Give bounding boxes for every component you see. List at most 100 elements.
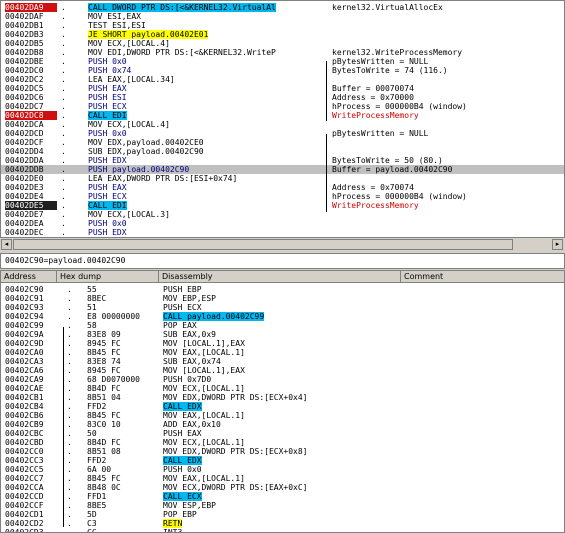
cpu-instruction[interactable]: JE SHORT payload.00402E01 — [88, 30, 209, 39]
dump-address[interactable]: 00402CD3 — [5, 528, 57, 532]
dump-row[interactable]: 00402CC3. FFD2 CALL EDX — [1, 456, 564, 465]
dump-disassembly[interactable]: CALL payload.00402C99 — [163, 312, 265, 321]
dump-disassembly[interactable]: MOV [LOCAL.1],EAX — [163, 366, 245, 375]
cpu-instruction[interactable]: PUSH EDX — [88, 228, 127, 237]
dump-disassembly[interactable]: MOV EAX,[LOCAL.1] — [163, 348, 245, 357]
cpu-address[interactable]: 00402DC7 — [5, 102, 57, 111]
cpu-address[interactable]: 00402DBE — [5, 57, 57, 66]
cpu-row[interactable]: 00402DC2. LEA EAX,[LOCAL.34] — [1, 75, 564, 84]
dump-address[interactable]: 00402C94 — [5, 312, 57, 321]
column-header-address[interactable]: Address — [1, 271, 57, 283]
cpu-address[interactable]: 00402DC8 — [5, 111, 57, 120]
dump-address[interactable]: 00402C91 — [5, 294, 57, 303]
cpu-instruction[interactable]: MOV EDX,payload.00402CE0 — [88, 138, 204, 147]
dump-row[interactable]: 00402CB1. 8B51 04 MOV EDX,DWORD PTR DS:[EC… — [1, 393, 564, 402]
dump-row[interactable]: 00402C93. 51 PUSH ECX — [1, 303, 564, 312]
cpu-instruction[interactable]: PUSH ECX — [88, 102, 127, 111]
cpu-row[interactable]: 00402DE5. CALL EDI WriteProcessMemory — [1, 201, 564, 210]
dump-row[interactable]: 00402CA0. 8B45 FC MOV EAX,[LOCAL.1] — [1, 348, 564, 357]
dump-disassembly[interactable]: MOV ESP,EBP — [163, 501, 216, 510]
dump-disassembly[interactable]: PUSH EBP — [163, 285, 202, 294]
dump-row[interactable]: 00402CA6. 8945 FC MOV [LOCAL.1],EAX — [1, 366, 564, 375]
cpu-instruction[interactable]: LEA EAX,[LOCAL.34] — [88, 75, 175, 84]
cpu-instruction[interactable]: PUSH 0x74 — [88, 66, 131, 75]
cpu-address[interactable]: 00402DDA — [5, 156, 57, 165]
cpu-row[interactable]: 00402DB5. MOV ECX,[LOCAL.4] — [1, 39, 564, 48]
cpu-address[interactable]: 00402DAF — [5, 12, 57, 21]
cpu-instruction[interactable]: PUSH payload.00402C90 — [88, 165, 189, 174]
dump-row[interactable]: 00402CD3. CC INT3 — [1, 528, 564, 532]
cpu-instruction[interactable]: CALL DWORD PTR DS:[<&KERNEL32.VirtualAl — [88, 3, 276, 12]
cpu-row[interactable]: 00402DEA. PUSH 0x0 — [1, 219, 564, 228]
cpu-row[interactable]: 00402DAF. MOV ESI,EAX — [1, 12, 564, 21]
cpu-address[interactable]: 00402DCA — [5, 120, 57, 129]
dump-disassembly[interactable]: MOV EAX,[LOCAL.1] — [163, 474, 245, 483]
dump-row[interactable]: 00402C91. 8BEC MOV EBP,ESP — [1, 294, 564, 303]
cpu-instruction[interactable]: PUSH EAX — [88, 183, 127, 192]
cpu-instruction[interactable]: PUSH EAX — [88, 84, 127, 93]
cpu-address[interactable]: 00402DB1 — [5, 21, 57, 30]
dump-disassembly[interactable]: MOV EDX,DWORD PTR DS:[ECX+0x8] — [163, 447, 308, 456]
dump-row[interactable]: 00402CB4. FFD2 CALL EDX — [1, 402, 564, 411]
cpu-row[interactable]: 00402DE4. PUSH ECX hProcess = 000000B4 (wi… — [1, 192, 564, 201]
dump-row[interactable]: 00402C90. 55 PUSH EBP — [1, 285, 564, 294]
cpu-row[interactable]: 00402DE3. PUSH EAX Address = 0x70074 — [1, 183, 564, 192]
dump-disassembly[interactable]: MOV EBP,ESP — [163, 294, 216, 303]
dump-address[interactable]: 00402CB6 — [5, 411, 57, 420]
cpu-address[interactable]: 00402DCF — [5, 138, 57, 147]
cpu-row[interactable]: 00402DB3. JE SHORT payload.00402E01 — [1, 30, 564, 39]
cpu-address[interactable]: 00402DEC — [5, 228, 57, 237]
dump-address[interactable]: 00402C9D — [5, 339, 57, 348]
dump-address[interactable]: 00402CB9 — [5, 420, 57, 429]
dump-disassembly[interactable]: PUSH 0x7D0 — [163, 375, 211, 384]
cpu-instruction[interactable]: CALL EDI — [88, 111, 127, 120]
cpu-row[interactable]: 00402DB8. MOV EDI,DWORD PTR DS:[<&KERNEL3… — [1, 48, 564, 57]
dump-address[interactable]: 00402CD1 — [5, 510, 57, 519]
dump-row[interactable]: 00402C99. 58 POP EAX — [1, 321, 564, 330]
cpu-instruction[interactable]: TEST ESI,ESI — [88, 21, 146, 30]
dump-address[interactable]: 00402CA0 — [5, 348, 57, 357]
dump-address[interactable]: 00402CCA — [5, 483, 57, 492]
dump-row[interactable]: 00402CD1. 5D POP EBP — [1, 510, 564, 519]
dump-address[interactable]: 00402CBC — [5, 429, 57, 438]
cpu-row[interactable]: 00402DC0. PUSH 0x74 BytesToWrite = 74 (116… — [1, 66, 564, 75]
dump-disassembly[interactable]: CALL EDX — [163, 402, 202, 411]
cpu-row[interactable]: 00402DC7. PUSH ECX hProcess = 000000B4 (wi… — [1, 102, 564, 111]
dump-row[interactable]: 00402CD2. C3 RETN — [1, 519, 564, 528]
dump-row[interactable]: 00402C9A. 83E8 09 SUB EAX,0x9 — [1, 330, 564, 339]
dump-row[interactable]: 00402CA3. 83E8 74 SUB EAX,0x74 — [1, 357, 564, 366]
dump-disassembly[interactable]: MOV ECX,[LOCAL.1] — [163, 438, 245, 447]
dump-disassembly[interactable]: ADD EAX,0x10 — [163, 420, 221, 429]
dump-row[interactable]: 00402CCF. 8BE5 MOV ESP,EBP — [1, 501, 564, 510]
dump-address[interactable]: 00402CBD — [5, 438, 57, 447]
cpu-row[interactable]: 00402DDB. PUSH payload.00402C90 Buffer = p… — [1, 165, 564, 174]
dump-address[interactable]: 00402C9A — [5, 330, 57, 339]
cpu-instruction[interactable]: PUSH ESI — [88, 93, 127, 102]
cpu-address[interactable]: 00402DC0 — [5, 66, 57, 75]
cpu-instruction[interactable]: CALL EDI — [88, 201, 127, 210]
cpu-instruction[interactable]: SUB EDX,payload.00402C90 — [88, 147, 204, 156]
cpu-address[interactable]: 00402DC2 — [5, 75, 57, 84]
scroll-thumb[interactable] — [13, 239, 513, 250]
cpu-row[interactable]: 00402DBE. PUSH 0x0 pBytesWritten = NULL — [1, 57, 564, 66]
dump-row[interactable]: 00402CC7. 8B45 FC MOV EAX,[LOCAL.1] — [1, 474, 564, 483]
cpu-address[interactable]: 00402DE0 — [5, 174, 57, 183]
dump-row[interactable]: 00402CC5. 6A 00 PUSH 0x0 — [1, 465, 564, 474]
scroll-right-icon[interactable]: ▸ — [552, 239, 563, 250]
dump-row[interactable]: 00402CAE. 8B4D FC MOV ECX,[LOCAL.1] — [1, 384, 564, 393]
cpu-row[interactable]: 00402DA9. CALL DWORD PTR DS:[<&KERNEL32.V… — [1, 3, 564, 12]
dump-disassembly[interactable]: SUB EAX,0x74 — [163, 357, 221, 366]
dump-disassembly[interactable]: SUB EAX,0x9 — [163, 330, 216, 339]
dump-address[interactable]: 00402CB4 — [5, 402, 57, 411]
dump-disassembly[interactable]: MOV ECX,DWORD PTR DS:[EAX+0xC] — [163, 483, 308, 492]
cpu-row[interactable]: 00402DCA. MOV ECX,[LOCAL.4] — [1, 120, 564, 129]
cpu-row[interactable]: 00402DCF. MOV EDX,payload.00402CE0 — [1, 138, 564, 147]
cpu-disassembly-pane[interactable]: 00402DA9. CALL DWORD PTR DS:[<&KERNEL32.V… — [0, 0, 565, 238]
cpu-address[interactable]: 00402DDB — [5, 165, 57, 174]
dump-address[interactable]: 00402CC5 — [5, 465, 57, 474]
cpu-address[interactable]: 00402DE3 — [5, 183, 57, 192]
dump-disassembly[interactable]: CALL ECX — [163, 492, 202, 501]
dump-row[interactable]: 00402CB9. 83C0 10 ADD EAX,0x10 — [1, 420, 564, 429]
cpu-instruction[interactable]: MOV ESI,EAX — [88, 12, 141, 21]
cpu-instruction[interactable]: PUSH 0x0 — [88, 57, 127, 66]
